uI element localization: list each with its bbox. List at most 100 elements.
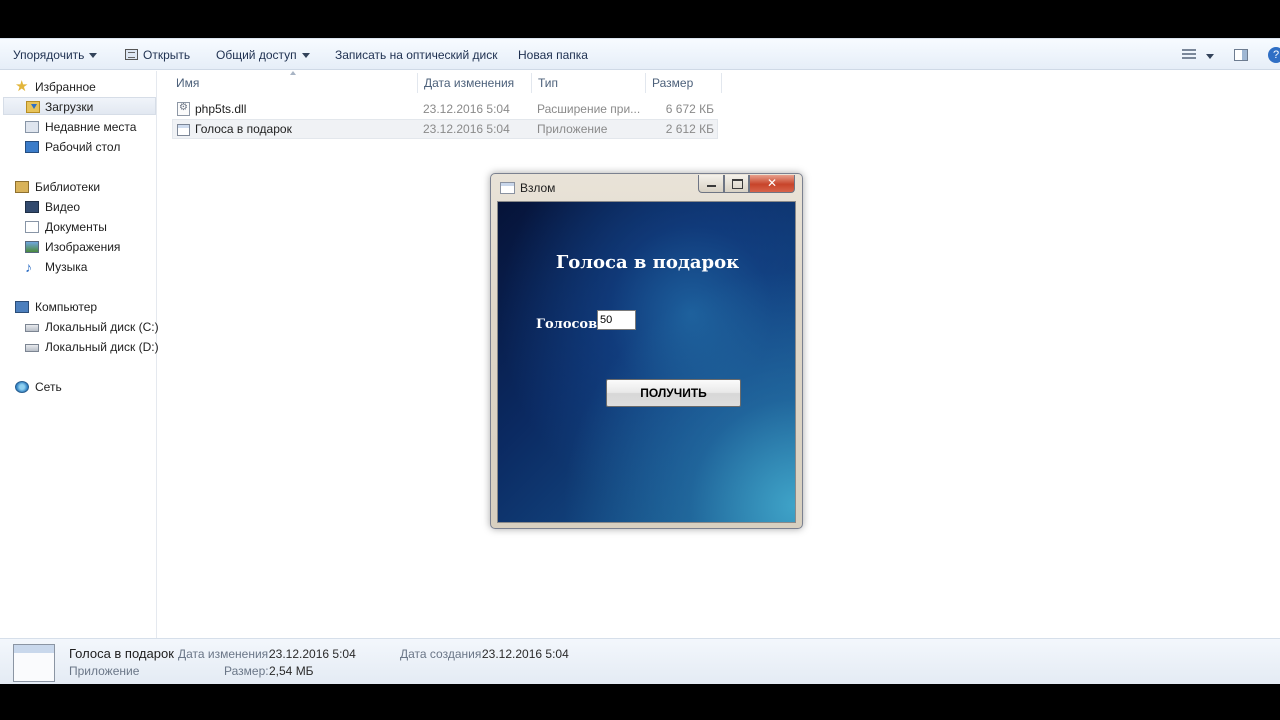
nav-libraries-label: Библиотеки [35, 180, 101, 194]
preview-pane-icon[interactable] [1234, 49, 1248, 61]
get-button[interactable]: ПОЛУЧИТЬ [606, 379, 741, 407]
nav-disk-d[interactable]: Локальный диск (D:) [25, 338, 159, 356]
music-note-icon: ♪ [25, 259, 32, 275]
burn-button[interactable]: Записать на оптический диск [335, 46, 498, 64]
file-row-selected[interactable]: Голоса в подарок 23.12.2016 5:04 Приложе… [172, 119, 718, 139]
column-divider[interactable] [645, 73, 646, 93]
nav-disk-c[interactable]: Локальный диск (C:) [25, 318, 159, 336]
sort-ascending-icon [290, 71, 296, 75]
command-bar: Упорядочить Открыть Общий доступ Записат… [0, 38, 1280, 70]
application-large-icon [13, 644, 55, 682]
view-options-icon[interactable] [1182, 49, 1196, 61]
help-icon[interactable]: ? [1268, 47, 1280, 63]
nav-documents-label: Документы [45, 220, 107, 234]
column-divider[interactable] [721, 73, 722, 93]
open-label: Открыть [143, 48, 191, 62]
column-divider[interactable] [417, 73, 418, 93]
nav-images-label: Изображения [45, 240, 121, 254]
column-header-size[interactable]: Размер [652, 75, 693, 91]
dll-file-icon [177, 102, 190, 116]
hack-dialog-window: Взлом Голоса в подарок Голосов: ПОЛУЧИТЬ [490, 173, 803, 529]
votes-input[interactable] [597, 310, 636, 330]
chevron-down-icon [301, 53, 310, 59]
share-button[interactable]: Общий доступ [216, 46, 310, 64]
open-icon [125, 49, 138, 60]
burn-label: Записать на оптический диск [335, 48, 498, 62]
organize-button[interactable]: Упорядочить [13, 46, 98, 64]
column-divider[interactable] [531, 73, 532, 93]
details-created-label: Дата создания: [400, 647, 485, 661]
details-modified-value: 23.12.2016 5:04 [269, 647, 356, 661]
nav-recent[interactable]: Недавние места [25, 118, 155, 136]
file-name: php5ts.dll [195, 102, 247, 116]
nav-disk-d-label: Локальный диск (D:) [45, 340, 159, 354]
nav-network[interactable]: Сеть [15, 378, 155, 396]
file-size: 6 672 КБ [665, 102, 714, 116]
details-size-label: Размер: [224, 664, 269, 678]
maximize-button[interactable] [724, 175, 749, 193]
file-size: 2 612 КБ [665, 122, 714, 136]
nav-favorites-label: Избранное [35, 80, 96, 94]
hard-disk-icon [25, 324, 39, 332]
computer-icon [15, 301, 29, 313]
window-app-icon [500, 182, 515, 194]
window-title: Взлом [520, 181, 556, 195]
nav-favorites[interactable]: ★ Избранное [15, 78, 155, 96]
organize-label: Упорядочить [13, 48, 85, 62]
nav-computer-label: Компьютер [35, 300, 98, 314]
recent-places-icon [25, 121, 39, 133]
hard-disk-icon [25, 344, 39, 352]
navigation-pane: ★ Избранное Загрузки Недавние места Рабо… [0, 71, 159, 638]
file-row[interactable]: php5ts.dll 23.12.2016 5:04 Расширение пр… [172, 99, 718, 119]
bottom-black-bar [0, 684, 1280, 720]
video-icon [25, 201, 39, 213]
documents-icon [25, 221, 39, 233]
nav-desktop[interactable]: Рабочий стол [25, 138, 155, 156]
star-icon: ★ [15, 78, 29, 95]
nav-disk-c-label: Локальный диск (C:) [45, 320, 159, 334]
nav-network-label: Сеть [35, 380, 62, 394]
nav-music-label: Музыка [45, 260, 88, 274]
details-file-name: Голоса в подарок [69, 646, 174, 661]
open-button[interactable]: Открыть [125, 46, 190, 64]
nav-documents[interactable]: Документы [25, 218, 155, 236]
desktop-icon [25, 141, 39, 153]
top-black-bar [0, 0, 1280, 38]
new-folder-label: Новая папка [518, 48, 588, 62]
dialog-heading: Голоса в подарок [555, 252, 740, 273]
dialog-client-area: Голоса в подарок Голосов: ПОЛУЧИТЬ [497, 201, 796, 523]
nav-computer[interactable]: Компьютер [15, 298, 155, 316]
chevron-down-icon [89, 53, 98, 59]
file-date: 23.12.2016 5:04 [423, 122, 510, 136]
column-header-name[interactable]: Имя [176, 75, 199, 91]
images-icon [25, 241, 39, 253]
share-label: Общий доступ [216, 48, 297, 62]
details-size-value: 2,54 МБ [269, 664, 314, 678]
column-header-type[interactable]: Тип [538, 75, 558, 91]
file-date: 23.12.2016 5:04 [423, 102, 510, 116]
nav-video[interactable]: Видео [25, 198, 155, 216]
details-modified-label: Дата изменения: [178, 647, 272, 661]
minimize-button[interactable] [698, 175, 724, 193]
file-name: Голоса в подарок [195, 122, 292, 136]
nav-libraries[interactable]: Библиотеки [15, 178, 155, 196]
nav-music[interactable]: ♪ Музыка [25, 258, 155, 276]
new-folder-button[interactable]: Новая папка [518, 46, 588, 64]
nav-downloads[interactable]: Загрузки [3, 97, 156, 115]
details-created-value: 23.12.2016 5:04 [482, 647, 569, 661]
details-file-kind: Приложение [69, 664, 140, 678]
votes-label: Голосов: [536, 317, 602, 332]
column-header-date[interactable]: Дата изменения [424, 75, 514, 91]
nav-recent-label: Недавние места [45, 120, 137, 134]
network-icon [15, 381, 29, 393]
libraries-icon [15, 181, 29, 193]
nav-video-label: Видео [45, 200, 81, 214]
file-type: Приложение [537, 122, 608, 136]
nav-images[interactable]: Изображения [25, 238, 155, 256]
view-dropdown-chevron-icon[interactable] [1206, 54, 1214, 59]
application-icon [177, 124, 190, 136]
nav-downloads-label: Загрузки [45, 100, 94, 114]
file-type: Расширение при... [537, 102, 641, 116]
close-button[interactable] [749, 175, 795, 193]
details-pane: Голоса в подарок Приложение Дата изменен… [0, 638, 1280, 684]
